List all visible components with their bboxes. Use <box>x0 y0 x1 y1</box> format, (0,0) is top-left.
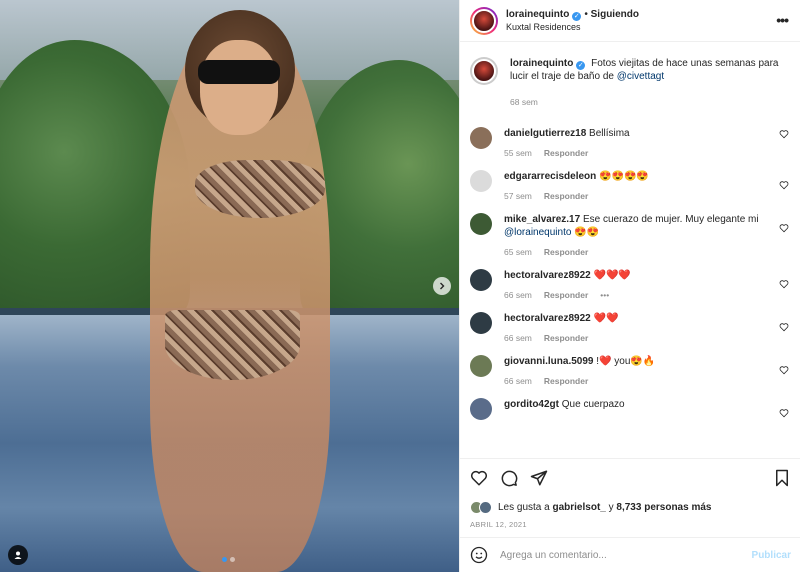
comment-item: danielgutierrez18 Bellísima 55 sem Respon… <box>470 107 791 158</box>
commenter-avatar[interactable] <box>470 398 492 420</box>
comment-username[interactable]: hectoralvarez8922 <box>504 313 591 324</box>
comment-text: ❤️❤️ <box>593 313 619 324</box>
carousel-dots <box>222 557 235 562</box>
author-avatar[interactable] <box>470 6 498 35</box>
follow-status-button[interactable]: Siguiendo <box>591 9 639 20</box>
commenter-avatar[interactable] <box>470 170 492 192</box>
comment-input[interactable]: Agrega un comentario... <box>500 550 752 561</box>
comments-list[interactable]: lorainequinto ✓ Fotos viejitas de hace un… <box>460 43 800 458</box>
share-icon[interactable] <box>530 469 548 487</box>
separator: • <box>584 8 588 20</box>
comment-heart-icon[interactable] <box>779 180 789 190</box>
comment-time[interactable]: 66 sem <box>504 333 532 343</box>
bookmark-icon[interactable] <box>773 469 791 487</box>
comment-item: gordito42gt Que cuerpazo <box>470 386 791 420</box>
comment-text: Bellísima <box>589 128 630 139</box>
user-tag-icon[interactable] <box>8 545 28 565</box>
post-header: lorainequinto ✓ • Siguiendo Kuxtal Residen… <box>460 0 800 42</box>
commenter-avatar[interactable] <box>470 213 492 235</box>
comment-heart-icon[interactable] <box>779 322 789 332</box>
post-date[interactable]: ABRIL 12, 2021 <box>470 520 791 529</box>
sunglasses <box>198 60 280 84</box>
caption-avatar[interactable] <box>470 57 498 85</box>
comment-time[interactable]: 55 sem <box>504 148 532 158</box>
verified-icon: ✓ <box>576 61 586 70</box>
likes-middle: y <box>605 502 617 513</box>
comment-heart-icon[interactable] <box>779 279 789 289</box>
comment-icon[interactable] <box>500 469 518 487</box>
post-actions: Les gusta a gabrielsot_ y 8,733 personas… <box>460 458 800 529</box>
comment-text: 😍😍😍😍 <box>599 171 649 182</box>
likes-count[interactable]: 8,733 personas más <box>616 502 711 513</box>
post-location[interactable]: Kuxtal Residences <box>506 21 639 34</box>
post-image[interactable] <box>0 0 459 572</box>
caption: lorainequinto ✓ Fotos viejitas de hace un… <box>470 43 791 107</box>
caption-time[interactable]: 68 sem <box>510 97 538 107</box>
commenter-avatar[interactable] <box>470 355 492 377</box>
post-sidebar: lorainequinto ✓ • Siguiendo Kuxtal Residen… <box>459 0 800 572</box>
swimsuit-bottom <box>165 310 300 380</box>
comment-time[interactable]: 66 sem <box>504 290 532 300</box>
caption-username[interactable]: lorainequinto <box>510 58 573 69</box>
comment-heart-icon[interactable] <box>779 129 789 139</box>
comment-item: giovanni.luna.5099 !❤️ you😍🔥 66 sem Respo… <box>470 343 791 386</box>
verified-icon: ✓ <box>572 11 582 21</box>
reply-button[interactable]: Responder <box>544 290 588 300</box>
add-comment-bar: Agrega un comentario... Publicar <box>460 537 800 572</box>
comment-time[interactable]: 57 sem <box>504 191 532 201</box>
post-comment-button[interactable]: Publicar <box>752 550 791 561</box>
likes-user[interactable]: gabrielsot_ <box>552 502 605 513</box>
swimsuit-top <box>195 160 325 218</box>
comment-item: edgararrecisdeleon 😍😍😍😍 57 sem Responder <box>470 158 791 201</box>
reply-button[interactable]: Responder <box>544 247 588 257</box>
person-face <box>200 40 278 135</box>
comment-username[interactable]: mike_alvarez.17 <box>504 214 580 225</box>
comment-time[interactable]: 65 sem <box>504 247 532 257</box>
likes-prefix: Les gusta a <box>498 502 553 513</box>
comment-item: mike_alvarez.17 Ese cuerazo de mujer. Mu… <box>470 201 791 257</box>
emoji-icon[interactable] <box>470 546 488 564</box>
comment-heart-icon[interactable] <box>779 408 789 418</box>
likes-summary[interactable]: Les gusta a gabrielsot_ y 8,733 personas… <box>470 501 791 514</box>
comment-mention[interactable]: @lorainequinto <box>504 227 571 238</box>
reply-button[interactable]: Responder <box>544 376 588 386</box>
reply-button[interactable]: Responder <box>544 333 588 343</box>
comment-heart-icon[interactable] <box>779 365 789 375</box>
comment-username[interactable]: giovanni.luna.5099 <box>504 356 593 367</box>
comment-more-icon[interactable]: ••• <box>600 290 609 300</box>
next-arrow-icon[interactable] <box>433 277 451 295</box>
liker-avatar <box>479 501 492 514</box>
carousel-dot <box>230 557 235 562</box>
comment-text: ❤️❤️❤️ <box>593 270 631 281</box>
carousel-dot-active <box>222 557 227 562</box>
commenter-avatar[interactable] <box>470 269 492 291</box>
commenter-avatar[interactable] <box>470 127 492 149</box>
comment-time[interactable]: 66 sem <box>504 376 532 386</box>
comment-text: !❤️ you😍🔥 <box>596 356 656 367</box>
comment-heart-icon[interactable] <box>779 223 789 233</box>
comment-item: hectoralvarez8922 ❤️❤️ 66 sem Responder <box>470 300 791 343</box>
comment-item: hectoralvarez8922 ❤️❤️❤️ 66 sem Responder… <box>470 257 791 300</box>
comment-username[interactable]: danielgutierrez18 <box>504 128 586 139</box>
comment-text-after: 😍😍 <box>571 227 600 238</box>
comment-username[interactable]: edgararrecisdeleon <box>504 171 596 182</box>
caption-mention[interactable]: @civettagt <box>617 71 664 82</box>
comment-text: Que cuerpazo <box>561 399 625 410</box>
comment-text: Ese cuerazo de mujer. Muy elegante mi <box>582 214 759 225</box>
more-options-icon[interactable]: ••• <box>776 12 789 28</box>
comment-username[interactable]: gordito42gt <box>504 399 559 410</box>
heart-icon[interactable] <box>470 469 488 487</box>
reply-button[interactable]: Responder <box>544 191 588 201</box>
author-username[interactable]: lorainequinto <box>506 9 569 20</box>
commenter-avatar[interactable] <box>470 312 492 334</box>
reply-button[interactable]: Responder <box>544 148 588 158</box>
comment-username[interactable]: hectoralvarez8922 <box>504 270 591 281</box>
